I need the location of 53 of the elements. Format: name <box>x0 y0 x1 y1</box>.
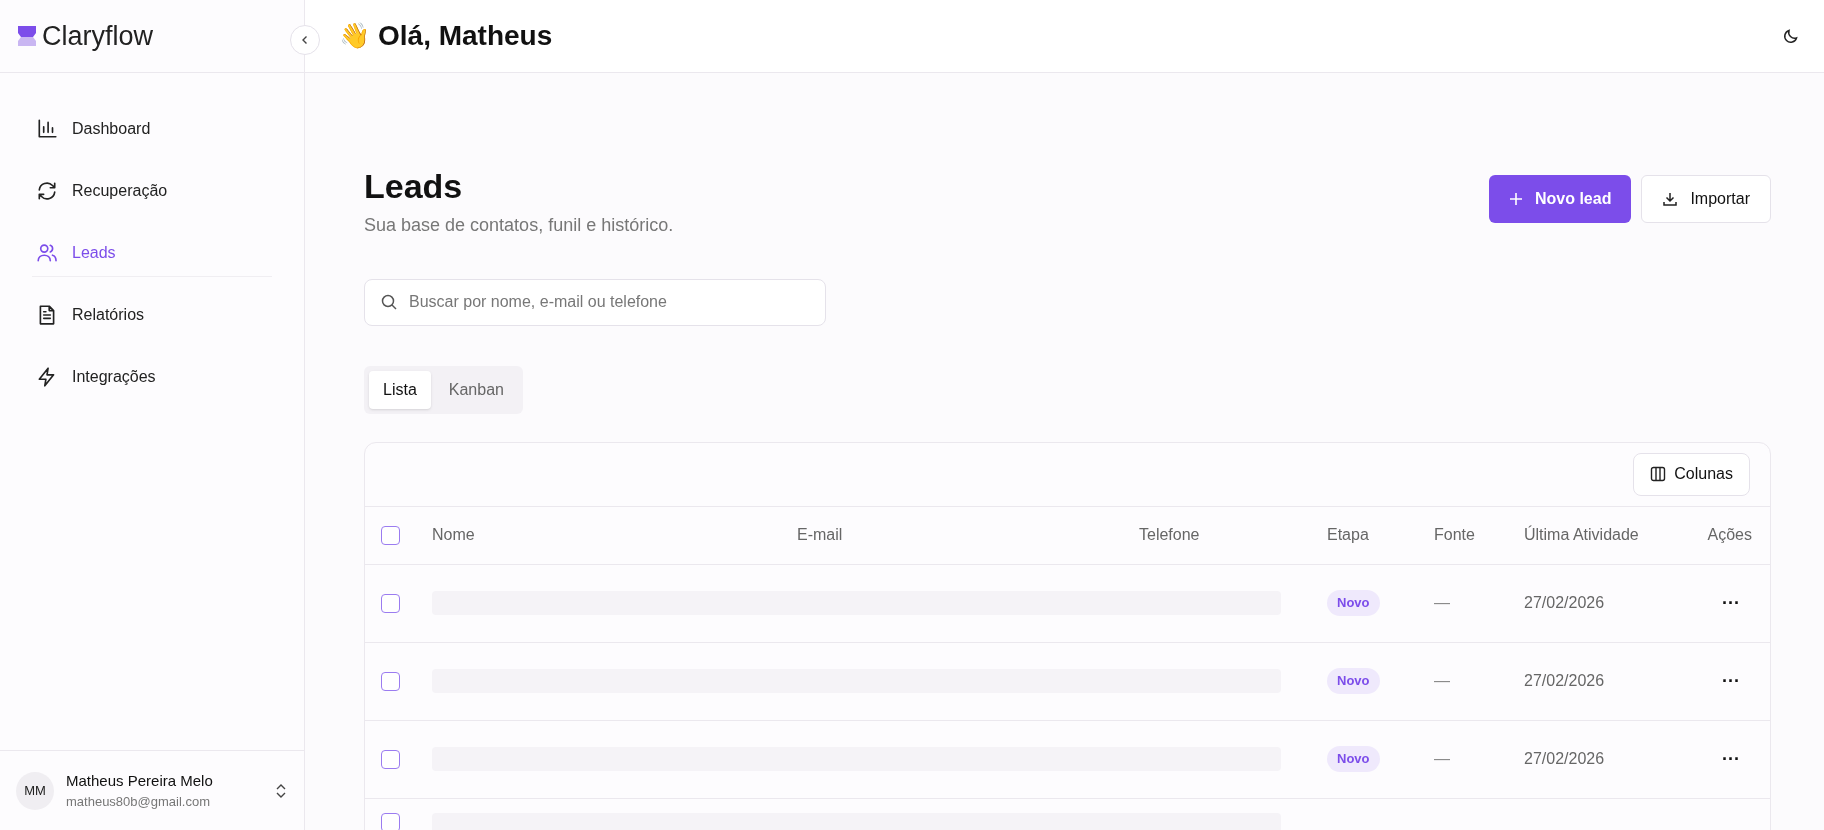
nav-item[interactable]: Integrações <box>32 353 272 401</box>
search-icon <box>380 292 398 311</box>
source-cell-text: — <box>1434 671 1451 691</box>
column-header: Ações <box>1707 525 1753 545</box>
refresh-icon <box>36 180 58 202</box>
checkbox[interactable] <box>381 671 400 691</box>
stage-badge: Novo <box>1327 746 1380 772</box>
view-tab[interactable]: Kanban <box>434 370 518 409</box>
checkbox[interactable] <box>381 525 400 545</box>
more-actions-button[interactable]: ··· <box>1722 750 1740 768</box>
date-cell-text: 27/02/2026 <box>1524 593 1606 613</box>
bar-chart-icon <box>36 118 58 140</box>
logo-icon <box>16 25 38 47</box>
waving-hand-emoji: 👋 <box>339 20 370 52</box>
column-header: Fonte <box>1434 525 1476 545</box>
column-header: E-mail <box>797 525 844 545</box>
columns-button[interactable]: Colunas <box>1633 452 1750 496</box>
user-name: Matheus Pereira Melo <box>66 770 214 791</box>
date-cell-text: 27/02/2026 <box>1524 671 1606 691</box>
checkbox[interactable] <box>381 749 400 769</box>
moon-icon[interactable] <box>1782 27 1800 45</box>
view-tab[interactable]: Lista <box>369 370 431 409</box>
search-field[interactable]: Buscar por nome, e-mail ou telefone <box>364 278 826 326</box>
page-title: Leads <box>364 166 464 207</box>
nav-item[interactable]: Relatórios <box>32 291 272 339</box>
user-avatar: MM <box>16 771 54 810</box>
download-icon <box>1662 191 1679 207</box>
user-email: matheus80b@gmail.com <box>66 793 211 811</box>
column-header: Nome <box>432 525 476 545</box>
source-cell-text: — <box>1434 593 1451 613</box>
column-header: Etapa <box>1327 525 1370 545</box>
nav-item[interactable]: Leads <box>32 229 272 277</box>
column-header: Telefone <box>1139 525 1201 545</box>
more-actions-button[interactable]: ··· <box>1722 594 1740 612</box>
page-subtitle: Sua base de contatos, funil e histórico. <box>364 213 674 237</box>
plus-icon <box>1508 192 1523 206</box>
greeting-title: Olá, Matheus <box>378 19 553 53</box>
checkbox[interactable] <box>381 593 400 613</box>
new-lead-button[interactable]: Novo lead <box>1488 175 1632 223</box>
import-button[interactable]: Importar <box>1641 175 1771 223</box>
stage-badge: Novo <box>1327 590 1380 616</box>
nav-item[interactable]: Dashboard <box>32 105 272 153</box>
checkbox[interactable] <box>381 812 400 830</box>
date-cell-text: 27/02/2026 <box>1524 749 1606 769</box>
collapse-button[interactable] <box>290 25 320 55</box>
source-cell-text: — <box>1434 749 1451 769</box>
users-icon <box>36 241 58 264</box>
nav-item[interactable]: Recuperação <box>32 167 272 215</box>
column-header: Última Atividade <box>1524 524 1640 545</box>
brand-name: Claryflow <box>42 19 154 53</box>
more-actions-button[interactable]: ··· <box>1722 672 1740 690</box>
stage-badge: Novo <box>1327 668 1380 694</box>
columns-icon <box>1650 466 1667 482</box>
